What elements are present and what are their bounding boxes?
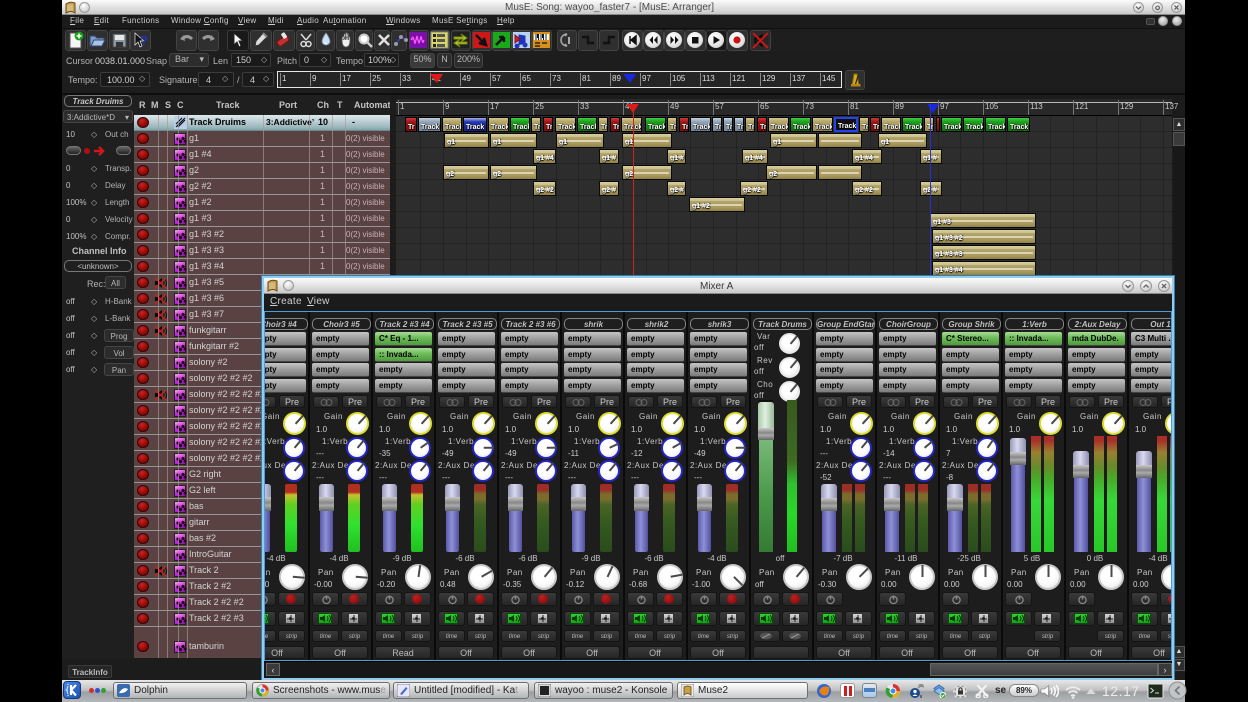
- svg-text:?: ?: [140, 33, 148, 48]
